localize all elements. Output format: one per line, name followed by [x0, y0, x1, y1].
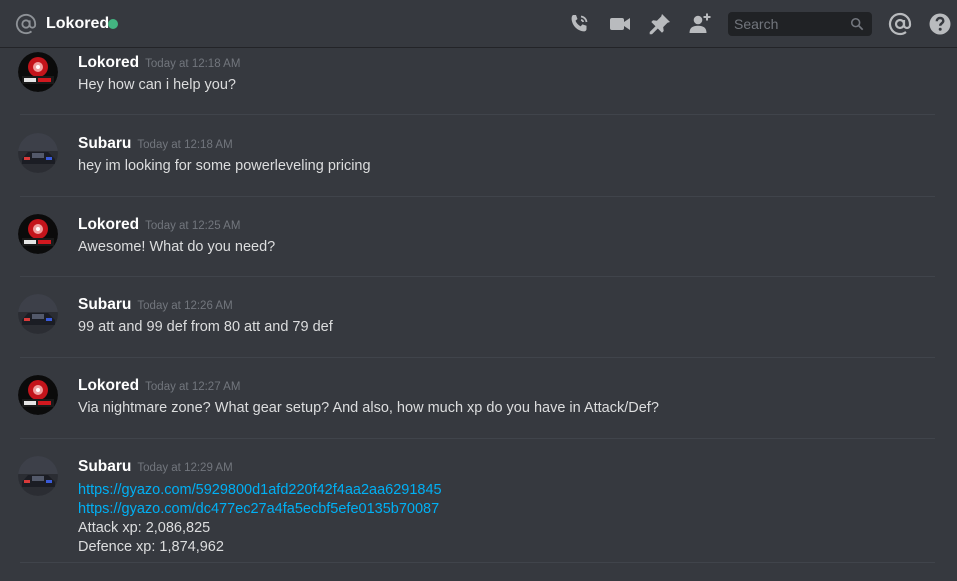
mention-icon[interactable] — [888, 12, 912, 36]
search-icon[interactable] — [850, 17, 864, 31]
author-name[interactable]: Subaru — [78, 135, 131, 152]
message-divider — [20, 438, 935, 439]
message-text: Attack xp: 2,086,825 — [78, 520, 211, 536]
avatar-subaru[interactable] — [18, 456, 58, 496]
gyazo-link[interactable]: https://gyazo.com/dc477ec27a4fa5ecbf5efe… — [78, 501, 439, 517]
timestamp: Today at 12:26 AM — [137, 300, 233, 312]
help-icon[interactable] — [928, 12, 952, 36]
avatar-subaru[interactable] — [18, 133, 58, 173]
call-icon[interactable] — [567, 12, 591, 36]
timestamp: Today at 12:27 AM — [145, 381, 241, 393]
author-name[interactable]: Subaru — [78, 458, 131, 475]
message-divider — [20, 114, 935, 115]
avatar-lokored[interactable] — [18, 375, 58, 415]
author-name[interactable]: Lokored — [78, 377, 139, 394]
author-name[interactable]: Subaru — [78, 296, 131, 313]
timestamp: Today at 12:18 AM — [145, 58, 241, 70]
gyazo-link[interactable]: https://gyazo.com/5929800d1afd220f42f4aa… — [78, 482, 442, 498]
message-text: Awesome! What do you need? — [78, 239, 276, 255]
message-text: 99 att and 99 def from 80 att and 79 def — [78, 319, 333, 335]
message-divider — [20, 357, 935, 358]
message-text: Defence xp: 1,874,962 — [78, 539, 224, 555]
author-name[interactable]: Lokored — [78, 216, 139, 233]
channel-header: Lokored — [0, 0, 957, 48]
author-name[interactable]: Lokored — [78, 54, 139, 71]
at-icon — [15, 13, 37, 35]
online-status-dot — [108, 19, 118, 29]
pin-icon[interactable] — [648, 12, 672, 36]
search-input[interactable] — [728, 12, 858, 36]
message-text: Via nightmare zone? What gear setup? And… — [78, 400, 659, 416]
message-divider — [20, 196, 935, 197]
message-text: Hey how can i help you? — [78, 77, 236, 93]
message-divider — [20, 562, 935, 563]
message-list: Lokored Today at 12:18 AM Hey how can i h… — [0, 49, 957, 581]
add-friend-icon[interactable] — [688, 12, 712, 36]
message-divider — [20, 276, 935, 277]
timestamp: Today at 12:25 AM — [145, 220, 241, 232]
video-icon[interactable] — [608, 12, 632, 36]
timestamp: Today at 12:18 AM — [137, 139, 233, 151]
timestamp: Today at 12:29 AM — [137, 462, 233, 474]
avatar-lokored[interactable] — [18, 52, 58, 92]
message-text: hey im looking for some powerleveling pr… — [78, 158, 371, 174]
channel-title: Lokored — [46, 15, 110, 32]
avatar-subaru[interactable] — [18, 294, 58, 334]
search-box[interactable] — [728, 12, 872, 36]
avatar-lokored[interactable] — [18, 214, 58, 254]
